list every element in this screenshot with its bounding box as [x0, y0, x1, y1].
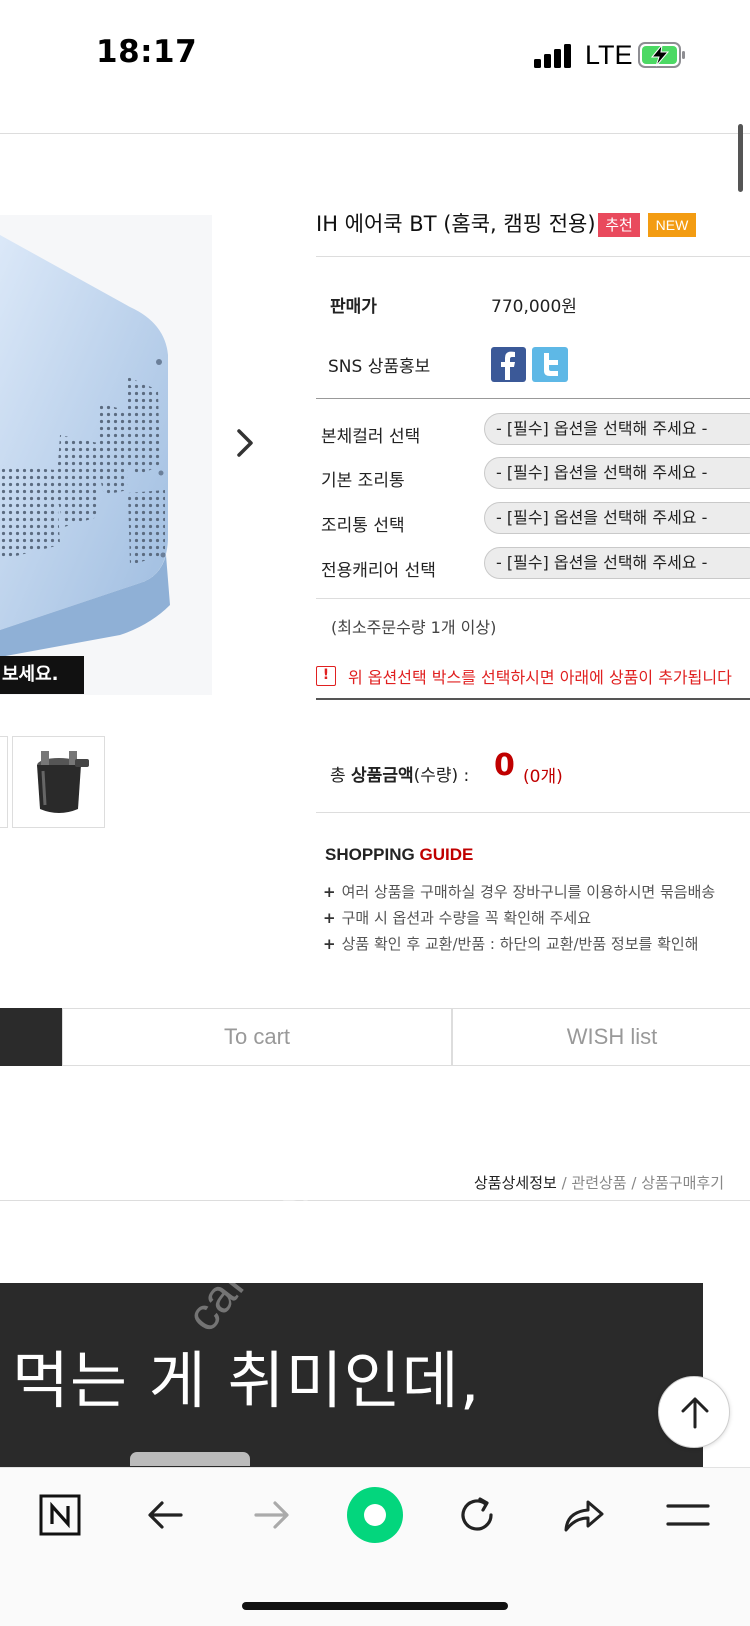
facebook-share-button[interactable] [491, 347, 526, 382]
detail-tabs: 상품상세정보 / 관련상품 / 상품구매후기 [474, 1172, 724, 1193]
total-count: (0개) [523, 767, 563, 787]
share-icon[interactable] [561, 1494, 607, 1536]
thumbnail[interactable] [0, 736, 8, 828]
recommend-badge: 추천 [598, 213, 640, 237]
sns-label: SNS 상품홍보 [328, 357, 431, 377]
add-to-cart-button[interactable]: To cart [62, 1008, 452, 1066]
banner-headline: 먹는 게 취미인데, [12, 1344, 481, 1417]
naver-home-icon[interactable] [39, 1494, 81, 1536]
divider [316, 812, 750, 813]
refresh-icon[interactable] [456, 1494, 498, 1536]
total-amount: 0 [494, 748, 515, 783]
chevron-right-icon[interactable] [232, 426, 258, 460]
thumbnail-cooking-pot[interactable] [12, 736, 105, 828]
divider [316, 398, 750, 399]
option-label-carrier: 전용캐리어 선택 [321, 561, 436, 581]
network-type: LTE [585, 40, 633, 70]
tab-separator: / [626, 1174, 642, 1192]
guide-item: + 구매 시 옵션과 수량을 꼭 확인해 주세요 [323, 909, 591, 927]
home-indicator[interactable] [242, 1602, 508, 1610]
back-icon[interactable] [145, 1494, 187, 1536]
total-label-bold: 상품금액 [351, 766, 414, 786]
image-caption: 보세요. [0, 656, 84, 694]
guide-item-text: 여러 상품을 구매하실 경우 장바구니를 이용하시면 묶음배송 [341, 883, 716, 901]
alert-icon: ! [316, 666, 336, 686]
divider [0, 1200, 750, 1201]
option-select-color[interactable]: - [필수] 옵션을 선택해 주세요 - [484, 413, 750, 445]
battery-charging-icon [638, 42, 685, 68]
option-select-carrier[interactable]: - [필수] 옵션을 선택해 주세요 - [484, 547, 750, 579]
new-badge: NEW [648, 213, 696, 237]
air-cooker-image [0, 235, 170, 657]
price-label: 판매가 [330, 297, 377, 317]
facebook-icon [501, 351, 515, 380]
product-main-image[interactable] [0, 215, 212, 695]
shopping-guide-title: SHOPPING GUIDE [325, 845, 473, 865]
guide-title-black: SHOPPING [325, 845, 420, 864]
guide-title-red: GUIDE [419, 845, 474, 864]
twitter-icon [544, 353, 558, 376]
option-select-basic-pot[interactable]: - [필수] 옵션을 선택해 주세요 - [484, 457, 750, 489]
option-select-pot[interactable]: - [필수] 옵션을 선택해 주세요 - [484, 502, 750, 534]
scroll-to-top-button[interactable] [658, 1376, 730, 1448]
status-time: 18:17 [96, 34, 198, 70]
buy-now-button[interactable] [0, 1008, 62, 1066]
option-label-pot: 조리통 선택 [321, 516, 405, 536]
option-label-color: 본체컬러 선택 [321, 427, 421, 447]
tab-related[interactable]: 관련상품 [571, 1174, 626, 1192]
tab-detail[interactable]: 상품상세정보 [474, 1174, 557, 1192]
total-label-prefix: 총 [330, 766, 352, 786]
cooking-pot-image [37, 751, 89, 813]
guide-item: + 여러 상품을 구매하실 경우 장바구니를 이용하시면 묶음배송 [323, 883, 716, 901]
divider [316, 698, 750, 700]
twitter-share-button[interactable] [532, 347, 568, 382]
tab-review[interactable]: 상품구매후기 [641, 1174, 724, 1192]
guide-item-text: 상품 확인 후 교환/반품 : 하단의 교환/반품 정보를 확인해 [341, 935, 699, 953]
arrow-up-icon [681, 1397, 709, 1429]
menu-icon[interactable] [666, 1498, 710, 1532]
banner-next-line-fragment [130, 1452, 250, 1466]
price-value: 770,000원 [491, 297, 577, 317]
wishlist-button[interactable]: WISH list [452, 1008, 750, 1066]
header-divider [0, 133, 750, 134]
divider [316, 256, 750, 257]
scrollbar-thumb[interactable] [738, 124, 743, 192]
min-order-note: (최소주문수량 1개 이상) [331, 618, 497, 637]
guide-item: + 상품 확인 후 교환/반품 : 하단의 교환/반품 정보를 확인해 [323, 935, 699, 953]
tab-separator: / [556, 1174, 572, 1192]
forward-icon[interactable] [250, 1494, 292, 1536]
option-notice: 위 옵션선택 박스를 선택하시면 아래에 상품이 추가됩니다 [348, 668, 732, 687]
product-title: IH 에어쿡 BT (홈쿡, 캠핑 전용) [316, 212, 596, 236]
green-dot-icon[interactable] [346, 1486, 404, 1544]
total-label: 총 상품금액(수량) : [330, 761, 469, 786]
guide-item-text: 구매 시 옵션과 수량을 꼭 확인해 주세요 [341, 909, 591, 927]
signal-strength-icon [534, 44, 574, 68]
divider [316, 598, 750, 599]
total-label-suffix: (수량) : [413, 766, 470, 786]
option-label-basic-pot: 기본 조리통 [321, 471, 405, 491]
